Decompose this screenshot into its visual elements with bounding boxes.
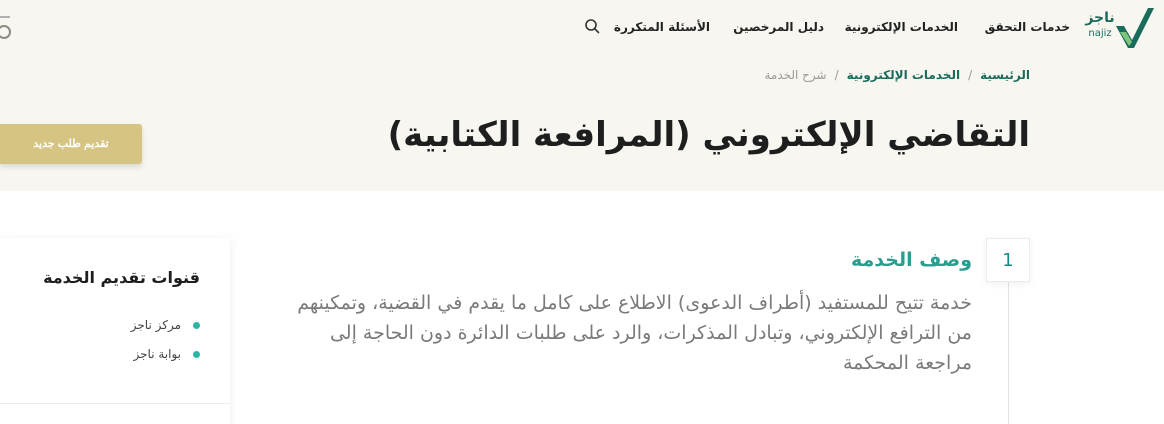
breadcrumb: الرئيسية / الخدمات الإلكترونية / شرح الخدمة <box>764 66 1030 84</box>
breadcrumb-current: شرح الخدمة <box>764 68 827 82</box>
timeline-line <box>1008 275 1009 424</box>
page-title: التقاضي الإلكتروني (المرافعة الكتابية) <box>387 115 1030 155</box>
service-channels-card: قنوات تقديم الخدمة مركز ناجز بوابة ناجز <box>0 238 230 424</box>
partner-logo-icon <box>0 16 11 39</box>
logo-text: ناجز <box>1085 10 1115 26</box>
najiz-logo[interactable]: ناجز najiz <box>1080 4 1158 50</box>
card-divider <box>0 403 230 404</box>
service-description-text: خدمة تتيح للمستفيد (أطراف الدعوى) الاطلا… <box>297 292 972 374</box>
channel-item-najiz-portal[interactable]: بوابة ناجز <box>133 345 200 363</box>
nav-electronic-services[interactable]: الخدمات الإلكترونية <box>845 18 958 36</box>
channel-label: مركز ناجز <box>130 318 181 332</box>
breadcrumb-home[interactable]: الرئيسية <box>980 68 1030 82</box>
nav-verification-services[interactable]: خدمات التحقق <box>985 18 1070 36</box>
nav-faq[interactable]: الأسئلة المتكررة <box>614 18 710 36</box>
breadcrumb-separator: / <box>968 68 973 82</box>
bullet-icon <box>193 351 200 358</box>
nav-licensees-guide[interactable]: دليل المرخصين <box>733 18 824 36</box>
breadcrumb-electronic-services[interactable]: الخدمات الإلكترونية <box>847 68 960 82</box>
channel-item-najiz-center[interactable]: مركز ناجز <box>131 316 200 334</box>
checkmark-icon <box>1116 8 1154 48</box>
service-channels-title: قنوات تقديم الخدمة <box>43 268 200 287</box>
logo-subtext: najiz <box>1088 28 1112 39</box>
channel-label: بوابة ناجز <box>133 347 182 361</box>
service-description-heading: وصف الخدمة <box>850 249 972 271</box>
step-number-badge: 1 <box>986 238 1030 282</box>
new-request-button[interactable]: تقديم طلب جديد <box>0 124 142 164</box>
bullet-icon <box>193 322 200 329</box>
breadcrumb-separator: / <box>834 68 839 82</box>
search-icon[interactable] <box>583 17 601 35</box>
